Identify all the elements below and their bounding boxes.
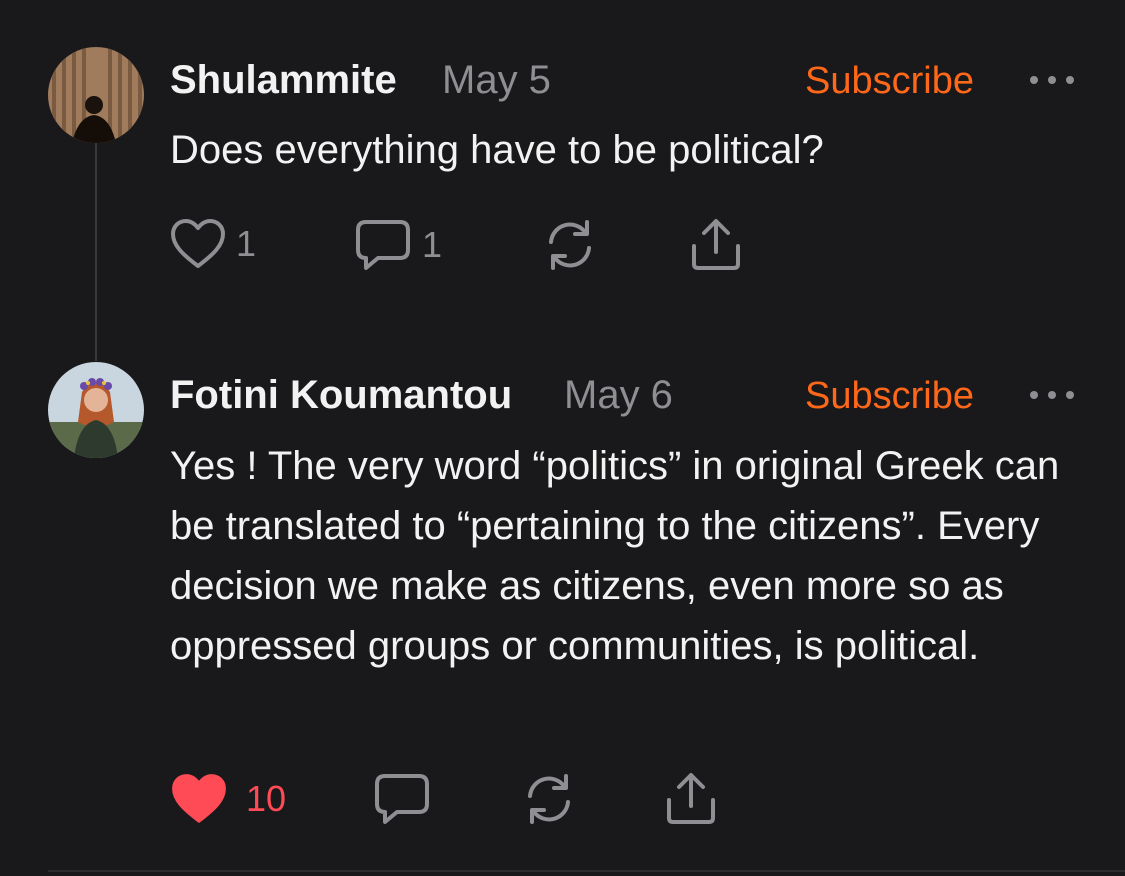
comment-icon xyxy=(375,774,429,824)
more-icon xyxy=(1030,76,1038,84)
avatar[interactable] xyxy=(48,47,144,143)
author-name[interactable]: Shulammite xyxy=(170,58,397,103)
author-name[interactable]: Fotini Koumantou xyxy=(170,373,512,418)
share-button[interactable] xyxy=(664,770,718,826)
avatar[interactable] xyxy=(48,362,144,458)
like-count: 1 xyxy=(236,223,257,264)
comment-date: May 6 xyxy=(564,373,673,417)
reply-count: 1 xyxy=(422,224,443,265)
reply-button[interactable]: 1 xyxy=(354,218,442,272)
like-button[interactable]: 10 xyxy=(170,772,286,826)
more-icon xyxy=(1030,391,1038,399)
subscribe-button[interactable]: Subscribe xyxy=(805,60,974,103)
subscribe-button[interactable]: Subscribe xyxy=(805,375,974,418)
comment-date: May 5 xyxy=(442,58,551,102)
like-button[interactable]: 1 xyxy=(170,218,256,270)
like-count: 10 xyxy=(246,778,287,819)
share-icon xyxy=(667,773,715,824)
share-button[interactable] xyxy=(689,216,743,272)
divider xyxy=(48,870,1125,872)
comment-text: Yes ! The very word “politics” in origin… xyxy=(170,444,1060,668)
more-options-button[interactable] xyxy=(1030,388,1076,402)
share-icon xyxy=(692,219,740,270)
reply-button[interactable] xyxy=(373,772,431,826)
heart-icon xyxy=(172,774,226,823)
comment-text: Does everything have to be political? xyxy=(170,128,824,172)
heart-icon xyxy=(171,219,225,268)
thread-line xyxy=(95,143,97,361)
comment-icon xyxy=(356,220,410,270)
restack-icon xyxy=(549,220,591,270)
restack-icon xyxy=(528,774,570,824)
restack-button[interactable] xyxy=(541,218,599,272)
restack-button[interactable] xyxy=(520,772,578,826)
more-options-button[interactable] xyxy=(1030,73,1076,87)
